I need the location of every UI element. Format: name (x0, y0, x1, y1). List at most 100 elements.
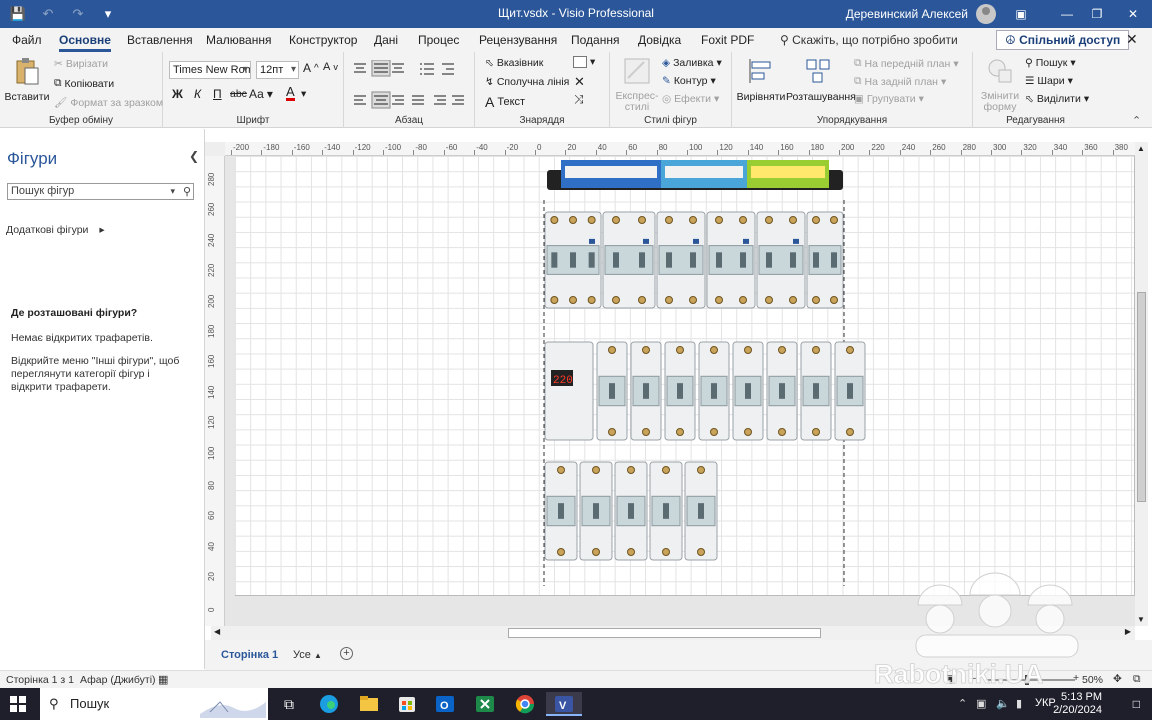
tab-review[interactable]: Рецензування (479, 33, 557, 47)
excel-icon[interactable] (472, 692, 498, 716)
change-case-button[interactable]: Аа ▾ (249, 87, 273, 101)
add-page-icon[interactable]: + (340, 647, 353, 660)
store-icon[interactable] (394, 692, 420, 716)
bold-button[interactable]: Ж (172, 87, 183, 101)
battery-icon[interactable]: ▮ (1016, 697, 1022, 710)
rcbo-module[interactable] (706, 211, 756, 309)
rcbo-module[interactable] (756, 211, 806, 309)
pointer-tool[interactable]: ⬁ Вказівник (485, 57, 543, 69)
avatar[interactable] (976, 4, 996, 24)
scroll-right-icon[interactable]: ▶ (1125, 627, 1131, 636)
paste-button[interactable]: Вставити (4, 56, 50, 103)
collapse-ribbon-icon[interactable]: ⌃ (1132, 114, 1141, 127)
paragraph-buttons[interactable] (352, 60, 468, 116)
copy-button[interactable]: ⧉ Копіювати (54, 77, 114, 90)
line-button[interactable]: ✎ Контур ▾ (662, 75, 716, 87)
visio-icon[interactable]: V (546, 692, 582, 716)
windows-start-icon[interactable] (10, 696, 26, 712)
mcb-module[interactable] (664, 341, 696, 441)
send-to-back-button[interactable]: ⧉ На задній план ▾ (854, 75, 946, 88)
more-shapes-button[interactable]: Додаткові фігури ▸ (6, 224, 105, 236)
fit-page-icon[interactable]: ▣ (946, 673, 956, 685)
tab-design[interactable]: Конструктор (289, 33, 357, 47)
zoom-slider-thumb[interactable] (1025, 675, 1029, 685)
quick-styles-button[interactable]: Експрес-стилі (613, 56, 661, 113)
vertical-scrollbar[interactable]: ▲ ▼ (1135, 142, 1148, 626)
grow-font-button[interactable]: A ^ (303, 61, 319, 75)
task-view-icon[interactable]: ⧉ (276, 692, 302, 716)
mcb-module[interactable] (834, 341, 866, 441)
fill-button[interactable]: ◈ Заливка ▾ (662, 57, 722, 69)
taskbar-search-input[interactable]: ⚲ Пошук (40, 688, 268, 720)
zoom-slider[interactable] (985, 679, 1075, 681)
volume-icon[interactable]: 🔈 (996, 697, 1010, 710)
edge-icon[interactable] (316, 692, 342, 716)
find-button[interactable]: ⚲ Пошук ▾ (1025, 57, 1076, 69)
align-button[interactable]: Вирівняти (736, 56, 786, 103)
mcb-module[interactable] (579, 461, 613, 561)
connection-point-icon[interactable]: ⤨ (574, 92, 584, 107)
pan-zoom-icon[interactable]: ✥ (1113, 673, 1122, 685)
tell-me-search[interactable]: ⚲ Скажіть, що потрібно зробити (780, 33, 958, 47)
mcb-module[interactable] (732, 341, 764, 441)
mcb-module[interactable] (614, 461, 648, 561)
mcb-module[interactable] (766, 341, 798, 441)
strikethrough-button[interactable]: abc (230, 88, 247, 100)
share-button[interactable]: ☮ Спільний доступ (996, 30, 1130, 50)
mcb-module[interactable] (800, 341, 832, 441)
zoom-in-icon[interactable]: + (1073, 672, 1079, 684)
font-size-combo[interactable]: 12пт (256, 61, 299, 79)
tab-view[interactable]: Подання (571, 33, 619, 47)
group-button[interactable]: ▣ Групувати ▾ (854, 93, 924, 105)
position-button[interactable]: Розташування (786, 56, 856, 103)
tab-help[interactable]: Довідка (638, 33, 681, 47)
shrink-font-button[interactable]: Av (323, 61, 338, 73)
select-button[interactable]: ⬁ Виділити ▾ (1025, 93, 1089, 105)
scroll-down-icon[interactable]: ▼ (1137, 615, 1145, 624)
mcb-module[interactable] (544, 461, 578, 561)
page-tab-1[interactable]: Сторінка 1 (221, 649, 278, 661)
explorer-icon[interactable] (356, 692, 382, 716)
close-icon[interactable]: ✕ (1126, 31, 1138, 48)
tab-file[interactable]: Файл (12, 33, 42, 47)
all-pages-button[interactable]: Усе ▲ (293, 649, 322, 661)
network-icon[interactable]: ▣ (976, 697, 986, 710)
mcb-module[interactable] (698, 341, 730, 441)
tab-foxit-pdf[interactable]: Foxit PDF (701, 33, 754, 47)
format-painter-button[interactable]: 🖌 Формат за зразком (54, 96, 163, 110)
chrome-icon[interactable] (512, 692, 538, 716)
mcb-module[interactable] (806, 211, 844, 309)
rcd-module[interactable] (544, 211, 602, 309)
horizontal-scrollbar[interactable]: ◀ ▶ (211, 626, 1135, 640)
page-number-status[interactable]: Сторінка 1 з 1 (6, 674, 74, 686)
user-name[interactable]: Деревинский Алексей (846, 7, 968, 21)
close-icon[interactable]: ✕ (574, 74, 585, 90)
ribbon-display-icon[interactable]: ▣ (998, 0, 1044, 28)
macro-record-icon[interactable]: ▦ (158, 673, 168, 686)
terminal-busbar[interactable] (547, 160, 843, 190)
language-status[interactable]: Афар (Джибуті) (80, 674, 156, 686)
shapes-search-input[interactable]: Пошук фігур ▾ ⚲ (7, 183, 194, 200)
mcb-module[interactable] (684, 461, 718, 561)
close-icon[interactable]: ✕ (1110, 0, 1152, 28)
mcb-module[interactable] (630, 341, 662, 441)
font-name-combo[interactable]: Times New Roma (169, 61, 251, 79)
change-shape-button[interactable]: Змінити форму (977, 56, 1023, 113)
underline-button[interactable]: П (213, 87, 222, 101)
outlook-icon[interactable]: O (432, 692, 458, 716)
vertical-scroll-thumb[interactable] (1137, 292, 1146, 502)
collapse-pane-icon[interactable]: ❮ (189, 149, 199, 163)
chevron-down-icon[interactable]: ▾ (170, 184, 175, 199)
mcb-module[interactable] (596, 341, 628, 441)
text-tool[interactable]: A Текст (485, 94, 525, 110)
electrical-panel-drawing[interactable]: 220 (225, 156, 1135, 626)
chevron-down-icon[interactable]: ▾ (301, 88, 306, 100)
notifications-icon[interactable]: □ (1133, 697, 1140, 711)
tab-insert[interactable]: Вставлення (127, 33, 193, 47)
layers-button[interactable]: ☰ Шари ▾ (1025, 75, 1073, 87)
zoom-level[interactable]: 50% (1082, 674, 1103, 686)
tray-chevron-icon[interactable]: ⌃ (958, 697, 967, 710)
rectangle-tool[interactable]: ▾ (573, 56, 595, 68)
rcbo-module[interactable] (656, 211, 706, 309)
effects-button[interactable]: ◎ Ефекти ▾ (662, 93, 719, 105)
